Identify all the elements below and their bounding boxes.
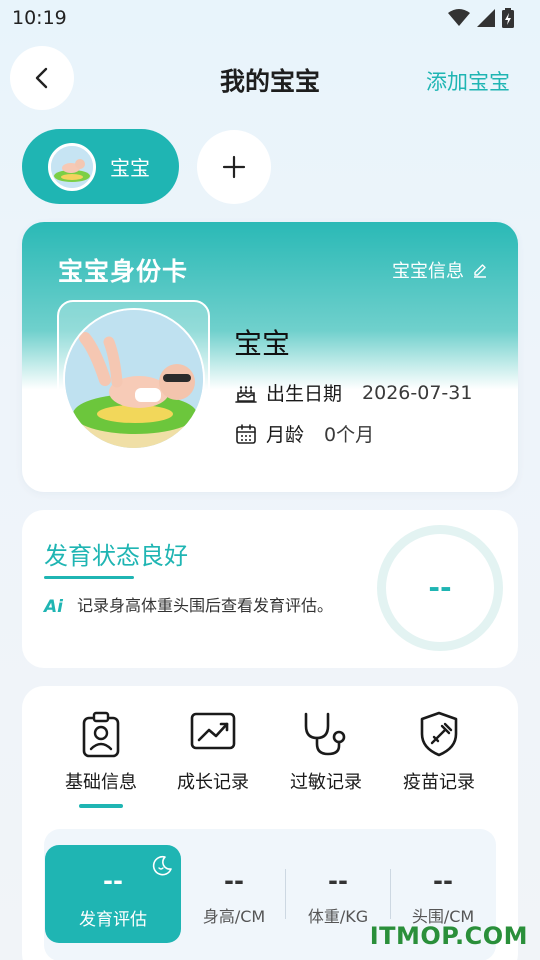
title-underline [44, 576, 134, 579]
status-icons [448, 8, 514, 28]
baby-id-card: 宝宝身份卡 宝宝信息 宝宝 出生日期 2026-07-31 月龄 0个月 [22, 222, 518, 492]
stat-label: 身高/CM [202, 907, 266, 926]
development-description: 记录身高体重头围后查看发育评估。 [77, 596, 334, 615]
development-card[interactable]: 发育状态良好 Ai 记录身高体重头围后查看发育评估。 -- [22, 510, 518, 668]
tab-basic-info[interactable]: 基础信息 [46, 710, 156, 794]
development-score-value: -- [428, 571, 452, 604]
tab-allergy-record[interactable]: 过敏记录 [271, 710, 381, 794]
baby-name: 宝宝 [234, 327, 291, 360]
stat-label: 发育评估 [79, 910, 147, 930]
tab-label: 过敏记录 [290, 772, 362, 793]
age-value: 0个月 [324, 424, 375, 446]
status-time: 10:19 [12, 7, 67, 29]
tab-growth-record[interactable]: 成长记录 [158, 710, 268, 794]
tab-label: 基础信息 [65, 772, 137, 793]
baby-chip-selected[interactable]: 宝宝 [22, 129, 179, 204]
watermark-logo: ITMOP.COM [369, 922, 528, 950]
records-card: 基础信息 成长记录 过敏记录 疫苗记录 -- 发育评估 -- 身高/CM -- … [22, 686, 518, 960]
stat-value: -- [103, 867, 123, 895]
battery-icon [502, 8, 514, 28]
baby-chip-label: 宝宝 [110, 156, 150, 180]
stat-height[interactable]: -- 身高/CM [184, 845, 284, 943]
baby-avatar-small [48, 142, 96, 191]
plus-icon [222, 155, 246, 179]
stat-value: -- [328, 867, 348, 895]
birth-date-label: 出生日期 [266, 383, 343, 405]
age-label: 月龄 [266, 424, 305, 446]
stat-development-assessment[interactable]: -- 发育评估 [45, 845, 181, 943]
status-bar: 10:19 [0, 0, 540, 38]
calendar-icon [236, 423, 256, 444]
birth-date-value: 2026-07-31 [362, 381, 473, 404]
cake-icon [235, 385, 257, 403]
baby-photo-frame [57, 300, 210, 458]
id-badge-icon [82, 711, 120, 758]
stat-value: -- [224, 867, 244, 895]
id-card-title: 宝宝身份卡 [58, 257, 189, 286]
add-baby-link[interactable]: 添加宝宝 [426, 66, 510, 96]
development-status-title: 发育状态良好 [44, 542, 188, 570]
tab-vaccine-record[interactable]: 疫苗记录 [384, 710, 494, 794]
age-row: 月龄 0个月 [234, 420, 374, 447]
tab-label: 疫苗记录 [403, 772, 475, 793]
edit-icon [474, 264, 486, 278]
stat-value: -- [433, 867, 453, 895]
add-baby-button[interactable] [197, 130, 271, 204]
baby-info-link[interactable]: 宝宝信息 [392, 257, 488, 283]
stethoscope-icon [304, 712, 346, 756]
baby-photo[interactable] [63, 308, 205, 450]
active-tab-indicator [79, 804, 123, 808]
signal-icon [477, 9, 495, 27]
growth-chart-icon [190, 712, 236, 750]
wifi-icon [448, 9, 470, 26]
tab-label: 成长记录 [177, 772, 249, 793]
vaccine-shield-icon [420, 711, 458, 757]
baby-info-label: 宝宝信息 [392, 261, 464, 282]
ai-icon: Ai [44, 597, 63, 617]
birth-date-row: 出生日期 2026-07-31 [234, 379, 472, 406]
